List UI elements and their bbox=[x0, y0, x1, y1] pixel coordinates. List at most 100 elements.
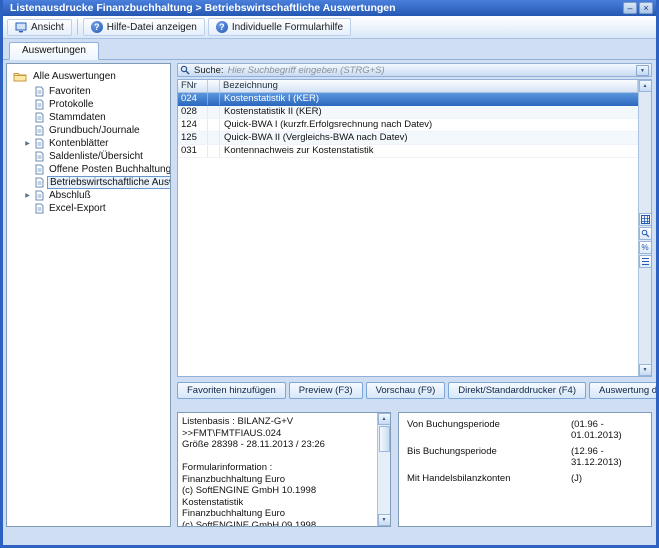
row-name: Quick-BWA I (kurzfr.Erfolgsrechnung nach… bbox=[220, 119, 638, 131]
info-line: Formularinformation : bbox=[182, 462, 373, 474]
tree-root-item[interactable]: Alle Auswertungen bbox=[7, 69, 170, 83]
form-help-button[interactable]: ? Individuelle Formularhilfe bbox=[208, 18, 351, 36]
tree-root-label: Alle Auswertungen bbox=[31, 71, 118, 82]
list-view-icon[interactable] bbox=[639, 255, 652, 268]
expand-icon[interactable]: ▶ bbox=[23, 192, 32, 199]
folder-icon bbox=[13, 71, 27, 82]
row-fnr: 125 bbox=[178, 132, 208, 144]
form-help-label: Individuelle Formularhilfe bbox=[232, 22, 343, 33]
help-file-button[interactable]: ? Hilfe-Datei anzeigen bbox=[83, 18, 205, 36]
row-fnr: 031 bbox=[178, 145, 208, 157]
expand-icon[interactable]: ▶ bbox=[23, 140, 32, 147]
tree-item-label: Favoriten bbox=[47, 86, 93, 97]
row-icon-cell bbox=[208, 119, 220, 131]
column-header-fnr[interactable]: FNr bbox=[178, 80, 208, 92]
param-label: Mit Handelsbilanzkonten bbox=[407, 473, 571, 484]
close-button[interactable]: × bbox=[639, 2, 653, 14]
sidebar-tree: Alle Auswertungen Favoriten Protokolle S… bbox=[6, 63, 171, 527]
tree-item-label: Saldenliste/Übersicht bbox=[47, 151, 145, 162]
info-line: (c) SoftENGINE GmbH 09.1998 bbox=[182, 520, 373, 528]
app-window: Listenausdrucke Finanzbuchhaltung > Betr… bbox=[0, 0, 659, 548]
minimize-button[interactable]: – bbox=[623, 2, 637, 14]
row-icon-cell bbox=[208, 106, 220, 118]
action-button-row: Favoriten hinzufügen Preview (F3) Vorsch… bbox=[177, 382, 652, 399]
tree-item-label: Stammdaten bbox=[47, 112, 108, 123]
view-icon bbox=[15, 22, 27, 33]
document-icon bbox=[35, 177, 44, 188]
ansicht-label: Ansicht bbox=[31, 22, 64, 33]
vorschau-f9-button[interactable]: Vorschau (F9) bbox=[366, 382, 446, 399]
param-value: (12.96 - 31.12.2013) bbox=[571, 446, 643, 468]
info-line: Kostenstatistik bbox=[182, 497, 373, 509]
add-favorites-button[interactable]: Favoriten hinzufügen bbox=[177, 382, 286, 399]
percent-icon[interactable]: % bbox=[639, 241, 652, 254]
sidebar-item-stammdaten[interactable]: Stammdaten bbox=[7, 111, 170, 124]
row-icon-cell bbox=[208, 132, 220, 144]
row-name: Kostenstatistik I (KER) bbox=[220, 93, 638, 105]
tree-item-label: Offene Posten Buchhaltung bbox=[47, 164, 171, 175]
row-fnr: 124 bbox=[178, 119, 208, 131]
info-line: Listenbasis : BILANZ-G+V bbox=[182, 416, 373, 428]
param-row: Mit Handelsbilanzkonten (J) bbox=[407, 473, 643, 484]
info-line: (c) SoftENGINE GmbH 10.1998 bbox=[182, 485, 373, 497]
scroll-down-button[interactable]: ▼ bbox=[639, 364, 652, 376]
sidebar-item-protokolle[interactable]: Protokolle bbox=[7, 98, 170, 111]
info-line: >>FMT\FMTFIAUS.024 bbox=[182, 428, 373, 440]
row-fnr: 028 bbox=[178, 106, 208, 118]
search-dropdown-button[interactable]: ▼ bbox=[636, 65, 649, 76]
info-scroll-down-button[interactable]: ▼ bbox=[378, 514, 391, 526]
param-value: (01.96 - 01.01.2013) bbox=[571, 419, 643, 441]
tree-item-label: Excel-Export bbox=[47, 203, 108, 214]
search-input[interactable] bbox=[228, 65, 632, 76]
table-row[interactable]: 031 Kontennachweis zur Kostenstatistik bbox=[178, 145, 638, 158]
table-scrollbar: ▲ % ▼ bbox=[638, 80, 651, 376]
param-label: Bis Buchungsperiode bbox=[407, 446, 571, 468]
toolbar: Ansicht ? Hilfe-Datei anzeigen ? Individ… bbox=[3, 16, 656, 39]
tab-auswertungen[interactable]: Auswertungen bbox=[9, 42, 99, 60]
ansicht-button[interactable]: Ansicht bbox=[7, 19, 72, 36]
row-name: Kostenstatistik II (KER) bbox=[220, 106, 638, 118]
sidebar-item-kontenblaetter[interactable]: ▶ Kontenblätter bbox=[7, 137, 170, 150]
preview-f3-button[interactable]: Preview (F3) bbox=[289, 382, 363, 399]
row-name: Quick-BWA II (Vergleichs-BWA nach Datev) bbox=[220, 132, 638, 144]
help-file-label: Hilfe-Datei anzeigen bbox=[107, 22, 197, 33]
column-header-bezeichnung[interactable]: Bezeichnung bbox=[220, 80, 638, 92]
info-line: Größe 28398 - 28.11.2013 / 23:26 bbox=[182, 439, 373, 451]
document-icon bbox=[35, 164, 44, 175]
table-header: FNr Bezeichnung bbox=[178, 80, 651, 93]
row-icon-cell bbox=[208, 93, 220, 105]
tree-item-label: Protokolle bbox=[47, 99, 95, 110]
grid-view-icon[interactable] bbox=[639, 213, 652, 226]
search-label: Suche: bbox=[194, 65, 224, 76]
info-scroll-up-button[interactable]: ▲ bbox=[378, 413, 391, 425]
sidebar-item-bwa[interactable]: Betriebswirtschaftliche Auswertungen bbox=[7, 176, 170, 189]
zoom-icon[interactable] bbox=[639, 227, 652, 240]
sidebar-item-abschluss[interactable]: ▶ Abschluß bbox=[7, 189, 170, 202]
table-row[interactable]: 125 Quick-BWA II (Vergleichs-BWA nach Da… bbox=[178, 132, 638, 145]
scroll-up-button[interactable]: ▲ bbox=[639, 80, 652, 92]
tree-item-label: Abschluß bbox=[47, 190, 93, 201]
print-report-button[interactable]: Auswertung drucken bbox=[589, 382, 659, 399]
info-line bbox=[182, 451, 373, 463]
row-icon-cell bbox=[208, 145, 220, 157]
direct-print-f4-button[interactable]: Direkt/Standarddrucker (F4) bbox=[448, 382, 586, 399]
column-header-icon[interactable] bbox=[208, 80, 220, 92]
table-row[interactable]: 028 Kostenstatistik II (KER) bbox=[178, 106, 638, 119]
sidebar-item-offene-posten[interactable]: Offene Posten Buchhaltung bbox=[7, 163, 170, 176]
toolbar-separator bbox=[77, 19, 78, 35]
table-row[interactable]: 124 Quick-BWA I (kurzfr.Erfolgsrechnung … bbox=[178, 119, 638, 132]
sidebar-item-favoriten[interactable]: Favoriten bbox=[7, 85, 170, 98]
document-icon bbox=[35, 138, 44, 149]
document-icon bbox=[35, 203, 44, 214]
info-scroll-thumb[interactable] bbox=[379, 426, 390, 452]
form-help-icon: ? bbox=[216, 21, 228, 33]
row-fnr: 024 bbox=[178, 93, 208, 105]
document-icon bbox=[35, 151, 44, 162]
sidebar-item-excel-export[interactable]: Excel-Export bbox=[7, 202, 170, 215]
sidebar-item-grundbuch[interactable]: Grundbuch/Journale bbox=[7, 124, 170, 137]
document-icon bbox=[35, 99, 44, 110]
document-icon bbox=[35, 86, 44, 97]
table-row[interactable]: 024 Kostenstatistik I (KER) bbox=[178, 93, 638, 106]
param-label: Von Buchungsperiode bbox=[407, 419, 571, 441]
sidebar-item-saldenliste[interactable]: Saldenliste/Übersicht bbox=[7, 150, 170, 163]
